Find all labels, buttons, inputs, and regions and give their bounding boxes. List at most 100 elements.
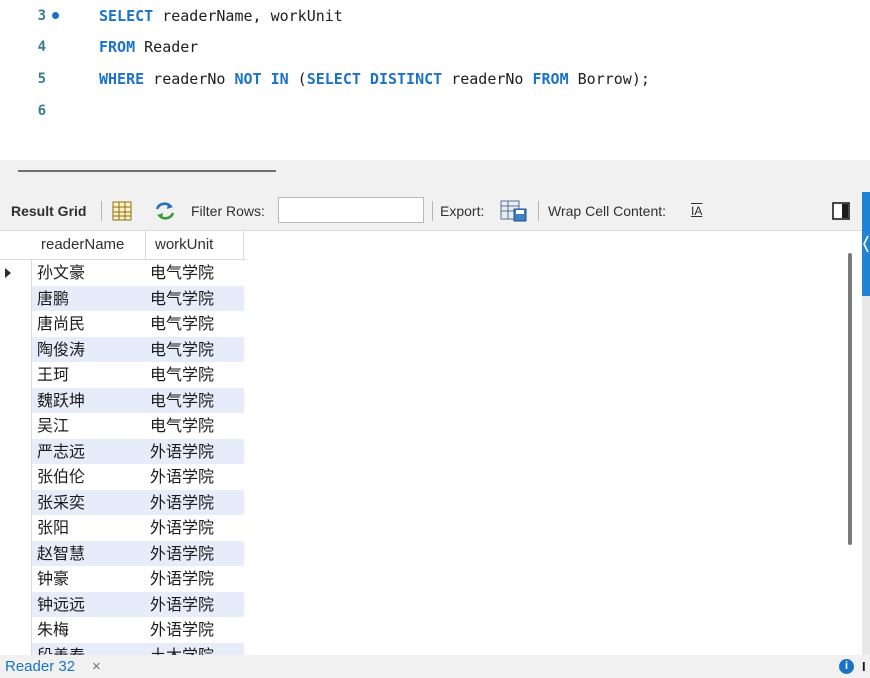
sql-keyword: FROM [532,70,569,88]
result-tab-reader-32[interactable]: Reader 32 [0,655,75,678]
result-grid-tab[interactable]: Result Grid [11,192,86,230]
sql-text: Borrow); [568,70,650,88]
cell-workunit[interactable]: 电气学院 [145,388,249,414]
table-row[interactable]: 唐尚民 电气学院 [32,311,244,337]
sql-text: Reader [135,38,199,56]
cell-workunit[interactable]: 外语学院 [145,617,249,643]
cell-readername[interactable]: 钟远远 [32,592,150,618]
cell-readername[interactable]: 钟豪 [32,566,150,592]
result-side-tab[interactable] [862,192,870,296]
panel-splitter[interactable] [0,160,870,192]
sql-text: readerName, workUnit [153,7,343,25]
cell-workunit[interactable]: 电气学院 [145,311,249,337]
cell-workunit[interactable]: 外语学院 [145,439,249,465]
statement-marker-icon [52,12,59,19]
sql-text: readerNo [442,70,533,88]
filter-rows-input[interactable] [278,197,424,223]
toolbar-separator [432,201,433,221]
sql-editor[interactable]: 3 SELECT readerName, workUnit 4 FROM Rea… [0,0,870,160]
code-line-5: 5 WHERE readerNo NOT IN (SELECT DISTINCT… [0,68,870,90]
grid-header: readerName workUnit [0,231,246,260]
table-row[interactable]: 魏跃坤 电气学院 [32,387,244,414]
table-row[interactable]: 张阳 外语学院 [32,515,244,541]
refresh-icon[interactable] [154,201,176,224]
table-row[interactable]: 赵智慧 外语学院 [32,540,244,567]
table-row[interactable]: 张伯伦 外语学院 [32,464,244,490]
sql-keyword: SELECT DISTINCT [306,70,443,88]
cell-readername[interactable]: 唐鹏 [32,286,150,312]
cell-readername[interactable]: 段善春 [32,643,150,656]
code-text[interactable]: WHERE readerNo NOT IN (SELECT DISTINCT r… [99,68,650,90]
cell-workunit[interactable]: 外语学院 [145,566,249,592]
cell-readername[interactable]: 陶俊涛 [32,337,150,363]
side-panel-toggle-icon[interactable] [832,202,850,223]
current-row-arrow-icon [5,268,11,278]
sql-keyword: WHERE [99,70,145,88]
cell-readername[interactable]: 魏跃坤 [32,388,150,414]
cell-readername[interactable]: 严志远 [32,439,150,465]
cell-workunit[interactable]: 外语学院 [145,592,249,618]
export-icon[interactable] [500,200,528,225]
cell-readername[interactable]: 朱梅 [32,617,150,643]
cell-workunit[interactable]: 外语学院 [145,490,249,516]
code-text[interactable]: SELECT readerName, workUnit [99,5,343,27]
table-row[interactable]: 王珂 电气学院 [32,362,244,388]
table-row[interactable]: 吴江 电气学院 [32,413,244,439]
grid-layout-icon[interactable] [112,201,132,224]
cell-readername[interactable]: 吴江 [32,413,150,439]
code-line-4: 4 FROM Reader [0,36,870,58]
cell-workunit[interactable]: 外语学院 [145,541,249,567]
sql-text: readerNo [144,70,235,88]
cell-workunit[interactable]: 电气学院 [145,413,249,439]
cell-workunit[interactable]: 电气学院 [145,362,249,388]
cell-readername[interactable]: 唐尚民 [32,311,150,337]
sql-keyword: NOT IN [234,70,289,88]
table-row[interactable]: 唐鹏 电气学院 [32,285,244,312]
column-header-workunit[interactable]: workUnit [146,231,244,259]
table-row[interactable]: 陶俊涛 电气学院 [32,336,244,363]
result-toolbar: Result Grid Filter Rows: Export: Wrap Ce… [0,192,862,231]
table-row[interactable]: 段善春 土木学院 [32,642,244,656]
code-line-3: 3 SELECT readerName, workUnit [0,5,870,27]
grid-vertical-scrollbar[interactable] [848,253,852,545]
sql-keyword: SELECT [99,7,154,25]
cell-readername[interactable]: 赵智慧 [32,541,150,567]
cell-workunit[interactable]: 电气学院 [145,260,249,286]
table-row[interactable]: 朱梅 外语学院 [32,617,244,643]
line-number: 5 [37,71,46,87]
result-grid: readerName workUnit 孙文豪 电气学院 唐鹏 电气学院 唐尚民 电气学院… [0,231,862,655]
table-row[interactable]: 严志远 外语学院 [32,438,244,465]
toolbar-separator [101,201,102,221]
cell-readername[interactable]: 张阳 [32,515,150,541]
code-line-6: 6 [0,100,870,122]
info-label: I [862,659,866,674]
cell-readername[interactable]: 王珂 [32,362,150,388]
line-number: 3 [37,8,46,24]
column-header-readername[interactable]: readerName [32,231,146,259]
cell-workunit[interactable]: 电气学院 [145,337,249,363]
filter-rows-label: Filter Rows: [191,203,265,219]
cell-workunit[interactable]: 土木学院 [145,643,249,656]
cell-readername[interactable]: 张采奕 [32,490,150,516]
wrap-cell-icon[interactable]: IA [691,192,702,230]
table-row[interactable]: 钟豪 外语学院 [32,566,244,592]
row-header-column [0,231,32,655]
export-label: Export: [440,203,485,219]
line-number: 4 [37,39,46,55]
table-row[interactable]: 张采奕 外语学院 [32,489,244,516]
info-icon[interactable]: i [839,659,854,674]
sql-keyword: FROM [99,38,136,56]
cell-workunit[interactable]: 外语学院 [145,515,249,541]
table-row[interactable]: 钟远远 外语学院 [32,591,244,618]
side-strip [862,296,870,655]
close-icon[interactable]: × [92,655,101,678]
cell-workunit[interactable]: 电气学院 [145,286,249,312]
table-row[interactable]: 孙文豪 电气学院 [32,260,244,286]
cell-readername[interactable]: 孙文豪 [32,260,150,286]
cell-workunit[interactable]: 外语学院 [145,464,249,490]
bottom-tab-bar: Reader 32 × i I [0,655,870,678]
code-text[interactable]: FROM Reader [99,36,198,58]
cell-readername[interactable]: 张伯伦 [32,464,150,490]
editor-hscroll-thumb[interactable] [18,170,276,172]
toolbar-separator [538,201,539,221]
